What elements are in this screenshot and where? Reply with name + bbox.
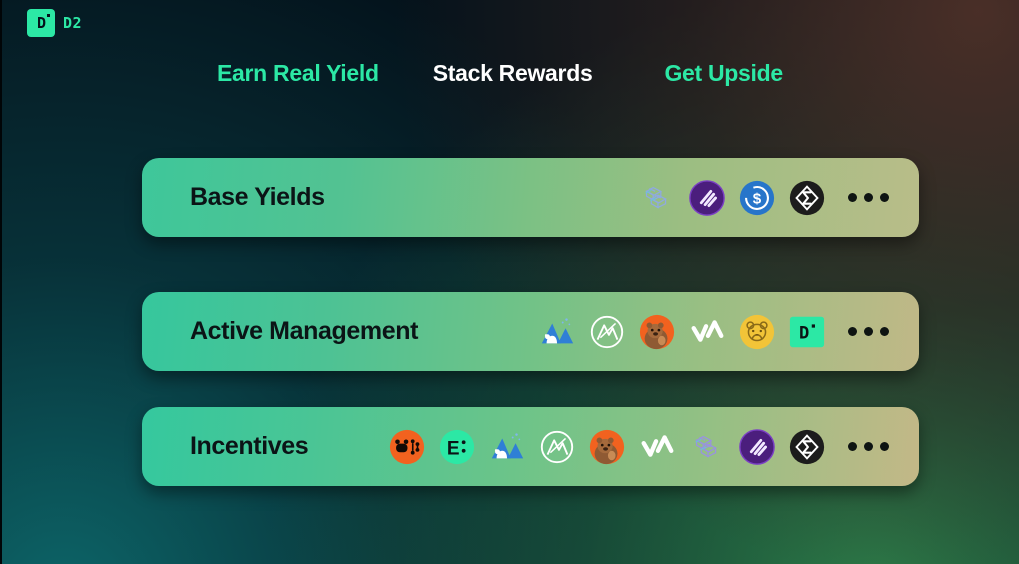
mountain-circle-outline-icon <box>590 315 624 348</box>
row-icon-list: $ <box>638 179 889 217</box>
row-active-management[interactable]: Active Management D <box>142 292 919 371</box>
hamster-yellow-coin-icon <box>739 314 775 349</box>
purple-stripes-token-icon <box>689 179 725 216</box>
headline-earn-real-yield: Earn Real Yield <box>217 60 379 86</box>
row-overflow-dots[interactable] <box>848 193 889 202</box>
purple-stripes-token-icon <box>739 428 775 465</box>
usdc-dollar-coin-icon: $ <box>739 180 775 215</box>
pendle-wireframe-icon <box>695 435 717 458</box>
row-label: Incentives <box>190 432 309 460</box>
sigma-diamond-token-icon <box>789 429 825 464</box>
orange-bear-chain-icon <box>389 429 425 464</box>
brand-wordmark: D2 <box>63 14 83 32</box>
headline-group: Earn Real Yield Stack Rewards Get Upside <box>217 60 817 87</box>
vertex-peak-icon <box>691 319 724 342</box>
svg-text:$: $ <box>753 190 762 207</box>
brand-logo[interactable]: D D2 <box>27 9 82 37</box>
slide-canvas: D D2 Earn Real Yield Stack Rewards Get U… <box>0 0 1019 564</box>
row-overflow-dots[interactable] <box>848 442 889 451</box>
headline-stack-rewards: Stack Rewards <box>432 60 593 86</box>
mountain-circle-outline-icon <box>540 430 574 463</box>
row-overflow-dots[interactable] <box>848 327 889 336</box>
sigma-diamond-token-icon <box>789 180 825 215</box>
headline-get-upside: Get Upside <box>664 60 783 86</box>
mountain-bear-icon <box>491 432 524 458</box>
row-base-yields[interactable]: Base Yields $ <box>142 158 919 237</box>
row-label: Base Yields <box>190 183 325 211</box>
ethena-e-coin-icon: E <box>439 429 475 464</box>
logo-glyph: D <box>36 13 46 32</box>
svg-text:E: E <box>447 438 460 459</box>
beaver-orange-icon <box>589 429 625 464</box>
row-incentives[interactable]: Incentives E <box>142 407 919 486</box>
row-icon-list: E <box>388 428 889 466</box>
mountain-bear-icon <box>541 317 574 343</box>
vertex-peak-icon <box>641 434 674 457</box>
beaver-orange-icon <box>639 314 675 349</box>
row-icon-list: D <box>538 313 889 351</box>
logo-tick-icon <box>47 14 50 17</box>
svg-text:D: D <box>799 323 809 343</box>
pendle-wireframe-icon <box>645 186 667 209</box>
row-label: Active Management <box>190 317 418 345</box>
d2-logo-icon: D <box>27 9 55 37</box>
d2-square-icon: D <box>789 316 825 347</box>
